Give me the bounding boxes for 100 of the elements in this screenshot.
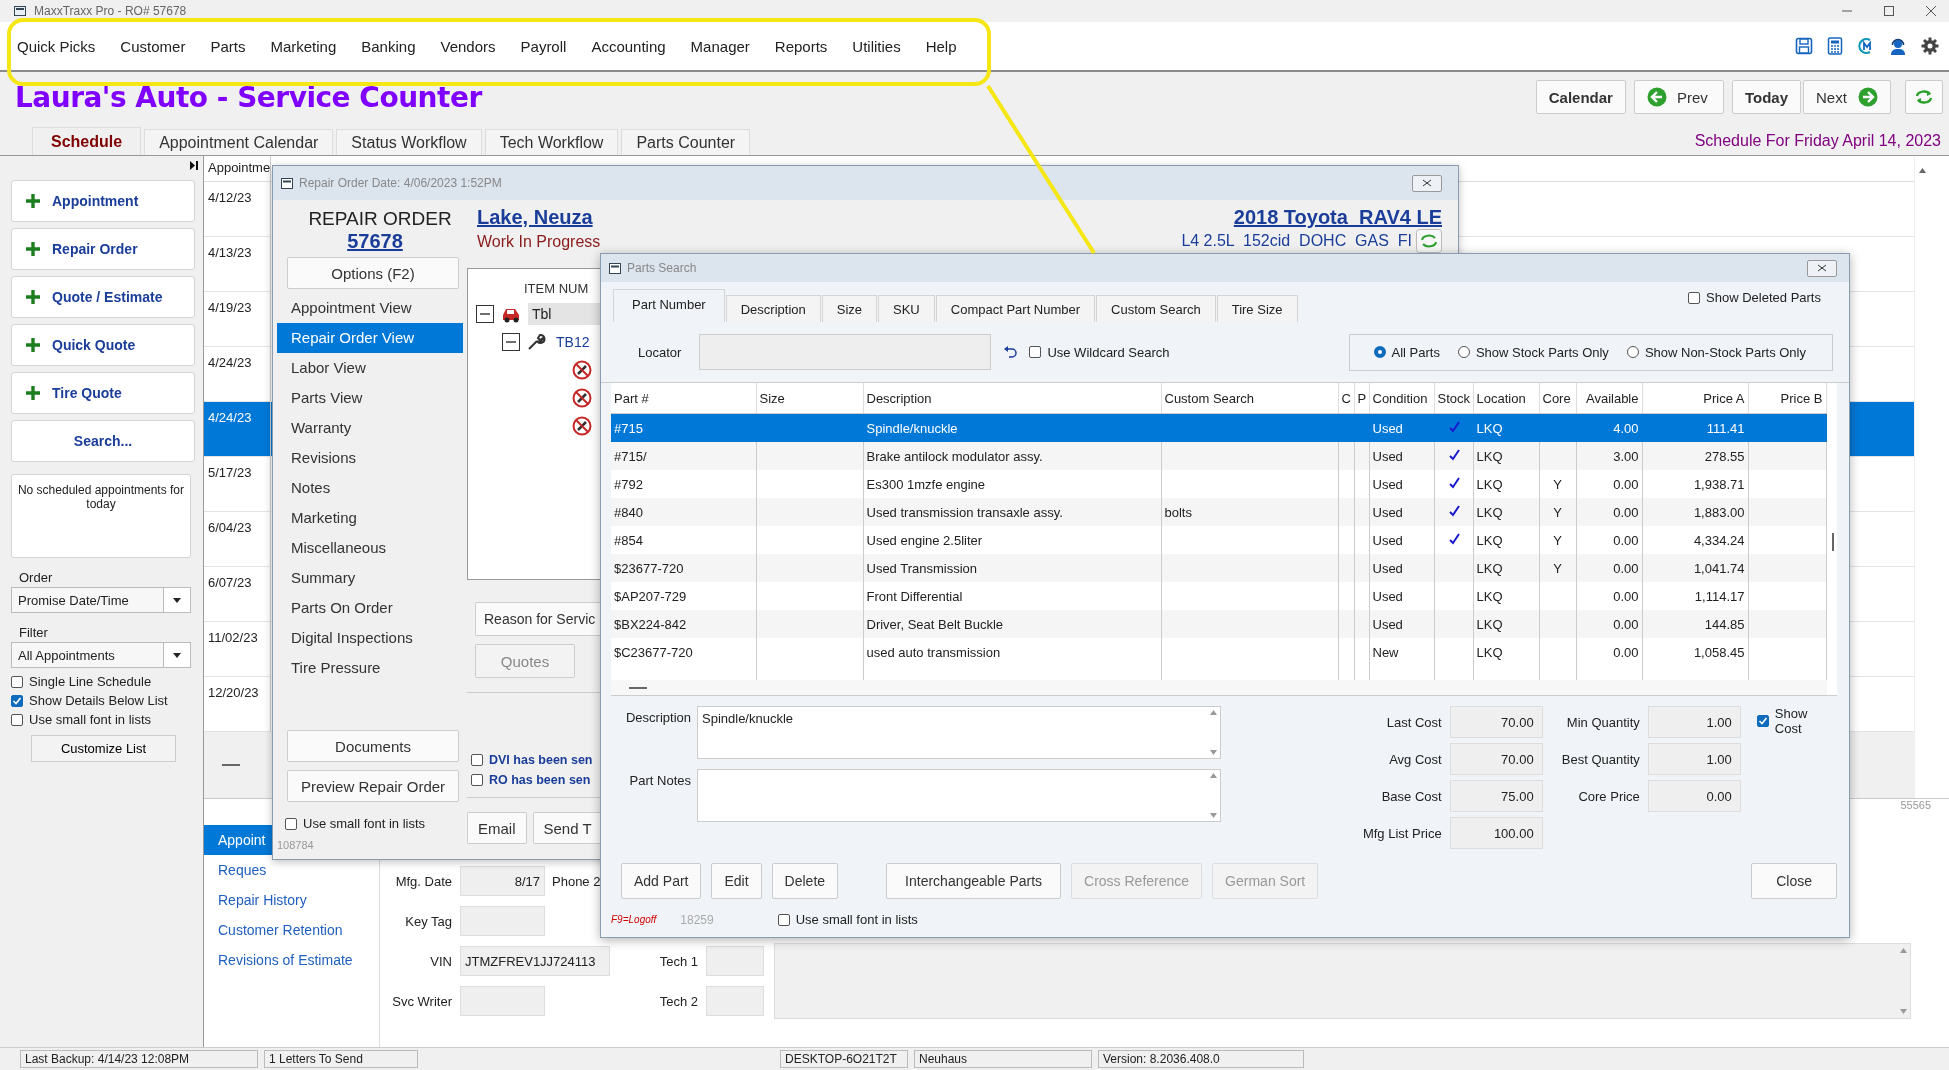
table-cell: Used [1372,560,1403,576]
part-notes-label: Part Notes [628,772,691,790]
logoff-hint: F9=Logoff [611,914,657,925]
table-cell: 0.00 [1613,504,1639,520]
table-cell: 144.85 [1704,616,1745,632]
table-cell: Es300 1mzfe engine [866,476,986,492]
record-count: 55565 [1900,799,1931,813]
table-cell: LKQ [1476,616,1503,632]
filter-label: Filter [18,625,49,640]
table-cell: $AP207-729 [614,588,687,604]
table-cell: Y [1553,560,1562,576]
shop-title: Laura's Auto - Service Counter [15,80,482,114]
table-cell: Front Differential [866,588,963,604]
table-cell: 1,938.71 [1693,476,1745,492]
table-cell: 0.00 [1613,560,1639,576]
table-cell: Brake antilock modulator assy. [866,448,1043,464]
table-cell: #840 [614,504,643,520]
table-cell: Used Transmission [866,560,978,576]
table-cell: LKQ [1476,560,1503,576]
checkbox-label: Use Wildcard Search [1047,344,1170,360]
checkbox-label: Use small font in lists [795,912,918,927]
table-cell: #715 [614,420,643,436]
table-cell: 1,883.00 [1693,504,1745,520]
table-cell: Used [1372,504,1403,520]
table-cell: Used [1372,476,1403,492]
table-cell: #715/ [614,448,647,464]
cost-label: Avg Cost [1389,751,1442,767]
table-cell: Used engine 2.5liter [866,532,983,548]
window-title: Parts Search [627,261,697,275]
cost-label: Base Cost [1381,788,1442,804]
checkbox-label: Single Line Schedule [29,674,152,689]
table-cell: Used transmission transaxle assy. [866,504,1063,520]
table-cell: 111.41 [1706,420,1745,436]
quantity-label: Min Quantity [1566,714,1640,730]
status-field: 1 Letters To Send [264,1050,418,1068]
radio-label: All Parts [1391,344,1440,360]
table-cell: Used [1372,616,1403,632]
table-cell: Y [1553,476,1562,492]
table-cell: used auto transmission [866,644,1001,660]
table-cell: $C23677-720 [614,644,693,660]
checkbox-label: DVI has been sen [489,753,593,767]
table-cell: LKQ [1476,476,1503,492]
checkbox-label: Show Details Below List [29,693,168,708]
status-field: Version: 8.2036.408.0 [1098,1050,1304,1068]
table-cell: Spindle/knuckle [866,420,958,436]
table-cell: #854 [614,532,643,548]
window-title: Repair Order Date: 4/06/2023 1:52PM [299,176,502,190]
table-cell: 0.00 [1613,588,1639,604]
table-cell: LKQ [1476,504,1503,520]
checkbox-label: RO has been sen [489,773,591,787]
field-label: Phone 2 [552,873,602,889]
table-cell: Y [1553,504,1562,520]
table-cell: LKQ [1476,532,1503,548]
checkbox-label: Show Cost [1774,706,1809,736]
field-label: Mfg. Date [394,873,452,889]
window-title: MaxxTraxx Pro - RO# 57678 [34,4,187,18]
table-cell: Used [1372,588,1403,604]
table-cell: 0.00 [1613,532,1639,548]
order-label: Order [18,570,54,585]
record-id: 18259 [680,912,714,927]
table-cell: $23677-720 [614,560,684,576]
status-field: Neuhaus [914,1050,1092,1068]
table-cell: LKQ [1476,644,1503,660]
description-label: Description [624,709,691,727]
field-label: Svc Writer [391,993,452,1009]
field-label: VIN [429,953,452,969]
radio-label: Show Non-Stock Parts Only [1644,344,1806,360]
field-label: Tech 1 [658,953,698,969]
table-cell: 0.00 [1613,616,1639,632]
table-cell: 1,058.45 [1693,644,1745,660]
empty-note: No scheduled appointments for today [17,483,185,511]
table-cell: Used [1372,420,1403,436]
schedule-heading: Schedule For Friday April 14, 2023 [1694,131,1941,150]
cost-label: Mfg List Price [1362,825,1442,841]
engine-text: L4 2.5L 152cid DOHC GAS FI [1181,232,1412,250]
status-field: DESKTOP-6O21T2T [780,1050,908,1068]
table-cell: LKQ [1476,420,1503,436]
checkbox-label: Use small font in lists [29,712,152,727]
column-header: ITEM NUM [523,280,590,298]
table-cell: 4.00 [1613,420,1639,436]
checkbox-label: Show Deleted Parts [1706,290,1821,305]
status-field: Last Backup: 4/14/23 12:08PM [20,1050,258,1068]
table-cell: Driver, Seat Belt Buckle [866,616,1004,632]
quantity-label: Best Quantity [1561,751,1640,767]
table-cell: New [1372,644,1399,660]
table-cell: Y [1553,532,1562,548]
table-cell: #792 [614,476,643,492]
table-cell: LKQ [1476,448,1503,464]
table-cell: 1,114.17 [1694,588,1745,604]
field-label: Tech 2 [658,993,698,1009]
checkbox-label: Use small font in lists [303,816,426,831]
table-cell: 1,041.74 [1693,560,1745,576]
cost-label: Last Cost [1386,714,1442,730]
table-cell: bolts [1164,504,1192,520]
locator-label: Locator [638,344,682,360]
table-cell: Used [1372,448,1403,464]
field-label: Key Tag [404,913,452,929]
quantity-label: Core Price [1578,788,1640,804]
table-cell: 0.00 [1613,476,1639,492]
table-cell: 0.00 [1613,644,1639,660]
